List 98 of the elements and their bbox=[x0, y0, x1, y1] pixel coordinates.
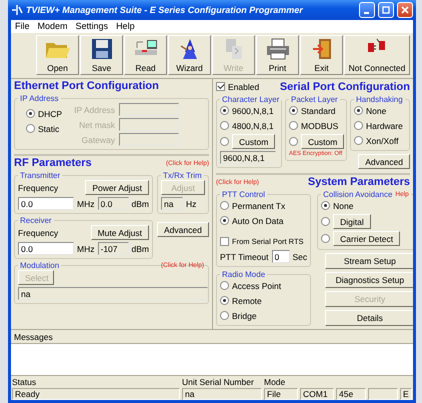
status-label: Unit Serial Number bbox=[182, 377, 255, 388]
unplugged-connector-icon bbox=[366, 38, 388, 54]
toolbar-button[interactable]: Save bbox=[80, 35, 123, 75]
status-cell: Ready bbox=[12, 388, 180, 400]
group-label: Tx/Rx Trim bbox=[162, 171, 203, 180]
unit-label: MHz bbox=[77, 244, 94, 254]
field-label: Net mask bbox=[78, 120, 116, 130]
input-field[interactable]: 9600,N,8,1 bbox=[220, 151, 276, 164]
toolbar-button[interactable]: Wizard bbox=[168, 35, 211, 75]
option-button[interactable]: Custom bbox=[232, 134, 276, 149]
group-label: Receiver bbox=[19, 216, 53, 225]
radio-icon[interactable] bbox=[220, 137, 229, 146]
mute-adjust-button[interactable]: Mute Adjust bbox=[90, 225, 149, 240]
radio-icon[interactable] bbox=[289, 137, 298, 146]
menu-item[interactable]: Help bbox=[116, 21, 135, 32]
maximize-button[interactable] bbox=[378, 2, 394, 18]
menu-item[interactable]: Settings bbox=[76, 21, 108, 32]
input-field[interactable]: 0.0 bbox=[18, 197, 74, 210]
status-cell bbox=[368, 388, 398, 400]
unit-label: Hz bbox=[186, 198, 196, 208]
section-title: Serial Port Configuration bbox=[280, 80, 410, 92]
option-button[interactable]: Digital bbox=[333, 214, 371, 229]
radio-option[interactable]: None bbox=[354, 104, 406, 117]
status-cell: COM1 bbox=[300, 388, 334, 400]
setup-button[interactable]: Stream Setup bbox=[324, 253, 413, 269]
window-title: TVIEW+ Management Suite - E Series Configuration Programmer bbox=[26, 5, 304, 15]
radio-option[interactable]: Xon/Xoff bbox=[354, 134, 406, 147]
group-label: Character Layer bbox=[221, 95, 280, 104]
status-cell: E bbox=[400, 388, 412, 400]
enabled-checkbox[interactable]: Enabled bbox=[216, 80, 260, 93]
radio-option[interactable]: DHCP bbox=[26, 107, 62, 120]
menu-item[interactable]: File bbox=[15, 21, 30, 32]
radio-option[interactable]: MODBUS bbox=[289, 119, 343, 132]
app-icon bbox=[11, 4, 23, 16]
radio-option[interactable]: Bridge bbox=[220, 309, 308, 322]
field-label: Frequency bbox=[18, 182, 58, 192]
field-label: Frequency bbox=[18, 228, 58, 238]
status-cell: File bbox=[264, 388, 298, 400]
group-label: PTT Control bbox=[221, 190, 266, 199]
maximize-icon bbox=[382, 6, 390, 14]
radio-option[interactable]: Standard bbox=[289, 104, 343, 117]
field-label: IP Address bbox=[74, 104, 116, 114]
radio-option[interactable]: Permanent Tx bbox=[220, 199, 308, 212]
section-title: RF Parameters bbox=[14, 157, 92, 169]
power-adjust-button[interactable]: Power Adjust bbox=[85, 180, 149, 195]
group-label: Modulation bbox=[19, 261, 60, 270]
section-title: Ethernet Port Configuration bbox=[14, 80, 160, 92]
status-cell: 45e bbox=[336, 388, 366, 400]
group-label: IP Address bbox=[19, 94, 60, 103]
input-field[interactable]: 0 bbox=[272, 250, 290, 263]
radio-icon[interactable] bbox=[321, 217, 330, 226]
exit-door-icon bbox=[310, 38, 332, 60]
unit-label: Sec bbox=[292, 252, 308, 262]
section-title: System Parameters bbox=[308, 176, 410, 188]
reading-field[interactable]: -107 bbox=[98, 242, 129, 255]
group-label: Transmitter bbox=[19, 171, 62, 180]
field-label: PTT Timeout bbox=[220, 252, 268, 262]
printer-icon bbox=[266, 38, 290, 60]
radio-option[interactable]: None bbox=[321, 199, 411, 212]
status-label: Mode bbox=[264, 377, 286, 388]
group-label: Collision Avoidance bbox=[323, 190, 392, 199]
toolbar-button[interactable]: Print bbox=[256, 35, 299, 75]
unit-label: dBm bbox=[132, 198, 149, 208]
setup-button[interactable]: Details bbox=[324, 310, 413, 326]
radio-option[interactable]: 9600,N,8,1 bbox=[220, 104, 278, 117]
messages-label: Messages bbox=[13, 331, 54, 343]
status-label: Status bbox=[12, 377, 38, 388]
reading-field[interactable]: 0.0 bbox=[98, 197, 129, 210]
group-label: Packet Layer bbox=[290, 95, 339, 104]
reading-field[interactable]: na bbox=[18, 287, 208, 300]
minimize-button[interactable] bbox=[359, 2, 375, 18]
field-label: Gateway bbox=[80, 134, 116, 144]
radio-option[interactable]: Access Point bbox=[220, 279, 308, 292]
radio-icon[interactable] bbox=[321, 234, 330, 243]
toolbar-button[interactable]: Read bbox=[124, 35, 167, 75]
radio-option[interactable]: Hardware bbox=[354, 119, 406, 132]
close-icon bbox=[401, 6, 409, 14]
setup-button[interactable]: Diagnostics Setup bbox=[324, 272, 413, 288]
reading-field[interactable]: na bbox=[161, 197, 183, 210]
group-label: Radio Mode bbox=[221, 270, 266, 279]
advanced-button[interactable]: Advanced bbox=[157, 222, 209, 237]
toolbar-button[interactable]: Exit bbox=[300, 35, 343, 75]
radio-option[interactable]: 4800,N,8,1 bbox=[220, 119, 278, 132]
toolbar-button[interactable]: Open bbox=[36, 35, 79, 75]
menu-item[interactable]: Modem bbox=[38, 21, 68, 32]
option-button[interactable]: Carrier Detect bbox=[333, 231, 400, 246]
group-label: Handshaking bbox=[355, 95, 404, 104]
unit-label: MHz bbox=[77, 198, 94, 208]
advanced-button[interactable]: Advanced bbox=[358, 154, 410, 169]
radio-option[interactable]: Auto On Data bbox=[220, 214, 308, 227]
status-cell: na bbox=[182, 388, 262, 400]
close-button[interactable] bbox=[397, 2, 413, 18]
unit-label: dBm bbox=[132, 244, 149, 254]
radio-option[interactable]: Static bbox=[26, 122, 62, 135]
toolbar-button[interactable]: Not Connected bbox=[344, 35, 410, 75]
option-button[interactable]: Custom bbox=[301, 134, 344, 149]
input-field[interactable]: 0.0 bbox=[18, 242, 74, 255]
radio-option[interactable]: Remote bbox=[220, 294, 308, 307]
